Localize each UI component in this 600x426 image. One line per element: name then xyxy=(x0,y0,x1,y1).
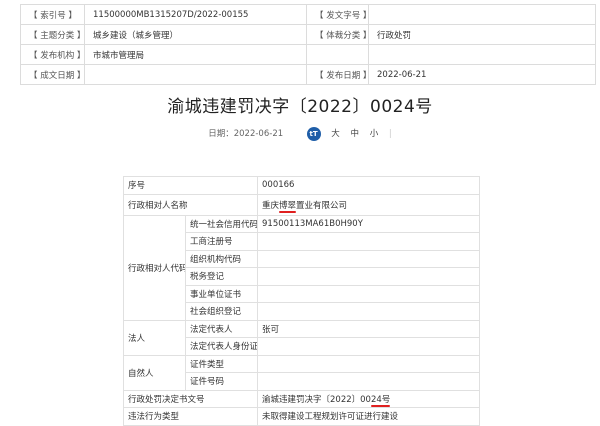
penalty-details-table: 序号 000166 行政相对人名称 重庆博翠置业有限公司 行政相对人代码 统一社… xyxy=(122,176,480,426)
table-row: 自然人 证件类型 xyxy=(123,354,480,391)
serial-value: 000166 xyxy=(257,176,480,195)
publisher-label: 【 发布机构 】 xyxy=(20,44,85,65)
meta-row-1: 【 索引号 】 11500000MB1315207D/2022-00155 【 … xyxy=(20,4,596,25)
publish-date-label: 【 发布日期 】 xyxy=(306,64,369,85)
legal-representative-label: 法定代表人 xyxy=(184,319,259,338)
document-metadata-table: 【 索引号 】 11500000MB1315207D/2022-00155 【 … xyxy=(20,4,596,85)
empty-cell xyxy=(368,44,596,65)
font-size-large-button[interactable]: 大 xyxy=(331,126,340,142)
party-name-highlight: 博翠 xyxy=(279,200,297,211)
date-value: 2022-06-21 xyxy=(233,129,284,139)
decision-number-value: 渝城违建罚决字〔2022〕0024号 xyxy=(257,389,480,408)
page-title: 渝城违建罚决字〔2022〕0024号 xyxy=(167,97,433,117)
effective-date-label: 【 成文日期 】 xyxy=(20,64,85,85)
genre-category-label: 【 体裁分类 】 xyxy=(306,24,369,45)
decision-number-highlight: 24号 xyxy=(370,394,391,405)
document-number-value xyxy=(368,4,596,25)
party-code-label: 行政相对人代码 xyxy=(123,214,186,321)
date-label: 日期： xyxy=(208,129,234,139)
publish-date-value: 2022-06-21 xyxy=(368,64,596,85)
organization-code-label: 组织机构代码 xyxy=(184,249,259,268)
organization-code-value xyxy=(257,249,480,268)
table-row: 违法行为类型 未取得建设工程规划许可证进行建设 xyxy=(122,407,480,426)
meta-row-3: 【 发布机构 】 市城市管理局 xyxy=(20,44,596,65)
decision-number-prefix: 渝城违建罚决字〔2022〕00 xyxy=(262,394,371,405)
table-row: 序号 000166 xyxy=(122,176,480,195)
id-number-value xyxy=(257,372,480,391)
tax-registration-label: 税务登记 xyxy=(184,267,259,286)
serial-label: 序号 xyxy=(122,176,259,195)
meta-row-2: 【 主题分类 】 城乡建设（城乡管理） 【 体裁分类 】 行政处罚 xyxy=(20,24,596,45)
meta-row-4: 【 成文日期 】 【 发布日期 】 2022-06-21 xyxy=(20,64,596,85)
party-name-prefix: 重庆 xyxy=(262,200,280,211)
table-row: 法人 法定代表人 张可 xyxy=(123,319,480,356)
party-name-suffix: 置业有限公司 xyxy=(296,200,348,211)
party-name-value: 重庆博翠置业有限公司 xyxy=(257,193,480,216)
font-size-small-button[interactable]: 小 xyxy=(370,126,379,142)
credit-code-label: 统一社会信用代码 xyxy=(184,214,259,233)
subject-category-value: 城乡建设（城乡管理） xyxy=(84,24,307,45)
institution-certificate-value xyxy=(257,284,480,303)
id-type-value xyxy=(257,354,480,373)
social-organization-value xyxy=(257,302,480,321)
id-number-label: 证件号码 xyxy=(184,372,259,391)
font-size-icon[interactable]: tT xyxy=(306,126,321,141)
font-size-medium-button[interactable]: 中 xyxy=(350,126,359,142)
table-row: 行政相对人代码 统一社会信用代码 91500113MA61B0H90Y xyxy=(123,214,480,321)
table-row: 行政相对人名称 重庆博翠置业有限公司 xyxy=(122,193,480,216)
business-registration-label: 工商注册号 xyxy=(184,232,259,251)
date-and-font-size-bar: 日期：2022-06-21 tT 大 中 小 | xyxy=(0,126,600,142)
table-row: 行政处罚决定书文号 渝城违建罚决字〔2022〕0024号 xyxy=(122,389,480,408)
divider: | xyxy=(388,129,392,139)
institution-certificate-label: 事业单位证书 xyxy=(184,284,259,303)
legal-person-label: 法人 xyxy=(123,319,186,356)
natural-person-label: 自然人 xyxy=(123,354,186,391)
business-registration-value xyxy=(257,232,480,251)
credit-code-value: 91500113MA61B0H90Y xyxy=(257,214,480,233)
publisher-value: 市城市管理局 xyxy=(84,44,307,65)
tax-registration-value xyxy=(257,267,480,286)
document-number-label: 【 发文字号 】 xyxy=(306,4,369,25)
legal-representative-id-label: 法定代表人身份证 xyxy=(184,337,259,356)
legal-representative-id-value xyxy=(257,337,480,356)
social-organization-label: 社会组织登记 xyxy=(184,302,259,321)
party-name-label: 行政相对人名称 xyxy=(122,193,259,216)
violation-type-value: 未取得建设工程规划许可证进行建设 xyxy=(257,407,480,426)
effective-date-value xyxy=(84,64,307,85)
index-number-label: 【 索引号 】 xyxy=(20,4,85,25)
genre-category-value: 行政处罚 xyxy=(368,24,596,45)
decision-number-label: 行政处罚决定书文号 xyxy=(122,389,259,408)
legal-representative-value: 张可 xyxy=(257,319,480,338)
id-type-label: 证件类型 xyxy=(184,354,259,373)
violation-type-label: 违法行为类型 xyxy=(122,407,259,426)
empty-cell xyxy=(306,44,369,65)
index-number-value: 11500000MB1315207D/2022-00155 xyxy=(84,4,307,25)
subject-category-label: 【 主题分类 】 xyxy=(20,24,85,45)
